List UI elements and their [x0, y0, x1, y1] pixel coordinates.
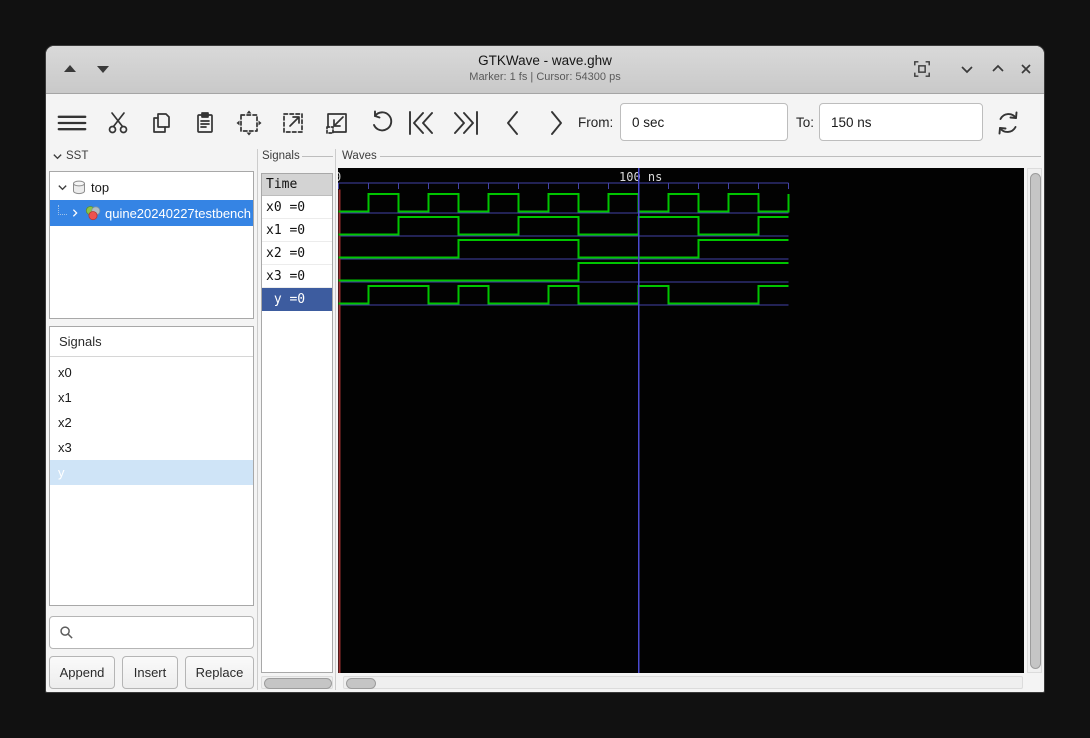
zoom-out-button[interactable] — [322, 108, 352, 138]
minimize-icon[interactable] — [956, 58, 978, 80]
sst-header: SST — [66, 150, 89, 162]
titlebar: GTKWave - wave.ghw Marker: 1 fs | Cursor… — [46, 46, 1044, 94]
maximize-icon[interactable] — [911, 58, 933, 80]
cut-button[interactable] — [103, 108, 133, 138]
restore-icon[interactable] — [987, 58, 1009, 80]
menu-button[interactable] — [57, 108, 87, 138]
signal-list-item[interactable]: y — [50, 460, 253, 485]
signal-value-row[interactable]: x3 =0 — [262, 265, 332, 288]
reload-button[interactable] — [993, 108, 1023, 138]
sst-tree-panel: top quine20240227testbench — [49, 171, 254, 319]
chevron-down-icon[interactable] — [56, 181, 68, 193]
values-hscrollbar[interactable] — [261, 676, 333, 689]
pane-splitter[interactable] — [335, 149, 336, 690]
gtkwave-window: GTKWave - wave.ghw Marker: 1 fs | Cursor… — [45, 45, 1045, 693]
sst-expander[interactable]: SST — [51, 150, 88, 162]
close-icon[interactable] — [1015, 58, 1037, 80]
tree-item-label: quine20240227testbench — [105, 205, 252, 221]
signal-list-item[interactable]: x0 — [50, 360, 253, 385]
next-edge-button[interactable] — [541, 108, 571, 138]
from-label: From: — [578, 115, 614, 130]
database-icon — [72, 180, 86, 195]
scrollbar-thumb[interactable] — [346, 678, 376, 689]
scrollbar-thumb[interactable] — [1030, 173, 1041, 669]
tree-item-testbench[interactable]: quine20240227testbench — [50, 200, 253, 226]
to-label: To: — [796, 115, 815, 130]
wave-trace-x3 — [338, 262, 789, 282]
window-title: GTKWave - wave.ghw — [478, 53, 612, 68]
wave-trace-y — [338, 285, 789, 305]
zoom-in-button[interactable] — [278, 108, 308, 138]
skip-to-start-button[interactable] — [407, 108, 437, 138]
tree-item-label: top — [91, 179, 110, 195]
previous-edge-button[interactable] — [498, 108, 528, 138]
frame-border — [380, 156, 1041, 157]
marker-cursor-status: Marker: 1 fs | Cursor: 54300 ps — [469, 71, 621, 83]
signal-list-item[interactable]: x1 — [50, 385, 253, 410]
undo-button[interactable] — [366, 108, 396, 138]
to-input[interactable] — [819, 103, 983, 141]
values-frame-label: Signals — [262, 150, 300, 162]
search-input[interactable] — [74, 616, 254, 649]
signal-value-row[interactable]: x0 =0 — [262, 196, 332, 219]
waves-hscrollbar[interactable] — [343, 676, 1023, 689]
time-header[interactable]: Time — [262, 174, 332, 196]
signal-value-row[interactable]: x2 =0 — [262, 242, 332, 265]
signal-value-row[interactable]: y =0 — [262, 288, 332, 311]
pane-splitter[interactable] — [257, 149, 258, 690]
wave-trace-x2 — [338, 239, 789, 259]
zoom-fit-button[interactable] — [234, 108, 264, 138]
wave-trace-x1 — [338, 216, 789, 236]
module-icon — [85, 205, 101, 221]
signal-value-row[interactable]: x1 =0 — [262, 219, 332, 242]
copy-button[interactable] — [146, 108, 176, 138]
scrollbar-thumb[interactable] — [264, 678, 332, 689]
replace-button[interactable]: Replace — [185, 656, 254, 689]
wave-canvas[interactable]: 0 100 ns — [338, 168, 1024, 673]
frame-border — [302, 156, 333, 157]
append-button[interactable]: Append — [49, 656, 115, 689]
tree-connector — [58, 205, 67, 215]
waves-vscrollbar[interactable] — [1027, 168, 1042, 673]
signals-list-header: Signals — [50, 327, 253, 357]
signal-search-box[interactable] — [49, 616, 254, 649]
from-input[interactable] — [620, 103, 788, 141]
paste-button[interactable] — [190, 108, 220, 138]
signal-values-panel: Time x0 =0 x1 =0 x2 =0 x3 =0 y =0 — [261, 173, 333, 673]
signal-list-item[interactable]: x3 — [50, 435, 253, 460]
signal-list-item[interactable]: x2 — [50, 410, 253, 435]
chevron-right-icon[interactable] — [69, 207, 81, 219]
chevron-down-icon — [51, 150, 63, 162]
tree-item-top[interactable]: top — [50, 174, 253, 200]
search-icon — [59, 625, 74, 640]
skip-to-end-button[interactable] — [450, 108, 480, 138]
wave-trace-x0 — [338, 193, 790, 213]
insert-button[interactable]: Insert — [122, 656, 178, 689]
waves-frame-label: Waves — [342, 150, 377, 162]
signals-list-panel: Signals x0 x1 x2 x3 y — [49, 326, 254, 606]
